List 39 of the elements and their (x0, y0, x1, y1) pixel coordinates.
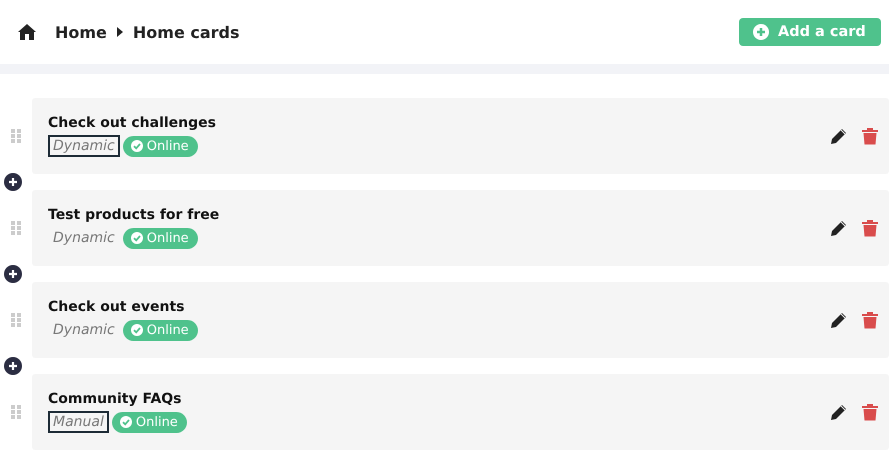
status-badge: Online (122, 136, 198, 156)
drag-handle-icon[interactable] (11, 221, 21, 235)
card-type-label: Dynamic (48, 135, 120, 157)
check-circle-icon (130, 232, 143, 244)
home-icon[interactable] (17, 23, 37, 41)
delete-icon[interactable] (861, 311, 879, 329)
insert-card-button[interactable] (4, 357, 22, 375)
check-circle-icon (130, 324, 143, 336)
status-badge: Online (122, 228, 198, 248)
delete-icon[interactable] (861, 219, 879, 237)
edit-icon[interactable] (830, 127, 848, 145)
check-circle-icon (120, 416, 132, 428)
card-title: Check out challenges (48, 115, 217, 131)
delete-icon[interactable] (861, 403, 879, 421)
drag-handle-icon[interactable] (11, 129, 21, 143)
card-type-label: Dynamic (52, 229, 116, 248)
insert-card-button[interactable] (4, 173, 22, 191)
plus-icon (8, 269, 18, 279)
card-title: Test products for free (48, 207, 220, 223)
edit-icon[interactable] (830, 219, 848, 237)
insert-card-button[interactable] (4, 265, 22, 283)
edit-icon[interactable] (830, 403, 848, 421)
plus-icon (8, 177, 18, 187)
drag-handle-icon[interactable] (11, 313, 21, 327)
card-title: Community FAQs (48, 391, 183, 407)
plus-icon (753, 24, 769, 40)
status-badge: Online (122, 320, 198, 340)
drag-handle-icon[interactable] (11, 405, 21, 419)
card-title: Check out events (48, 299, 186, 315)
check-circle-icon (130, 140, 143, 152)
plus-icon (8, 361, 18, 371)
status-badge: Online (112, 412, 187, 432)
card-type-label: Dynamic (52, 321, 116, 340)
breadcrumb-item[interactable]: Home (55, 22, 107, 42)
edit-icon[interactable] (830, 311, 848, 329)
breadcrumb-item[interactable]: Home cards (132, 22, 240, 42)
delete-icon[interactable] (861, 127, 879, 145)
card-type-label: Manual (48, 411, 109, 433)
breadcrumb-caret-icon (116, 27, 123, 37)
